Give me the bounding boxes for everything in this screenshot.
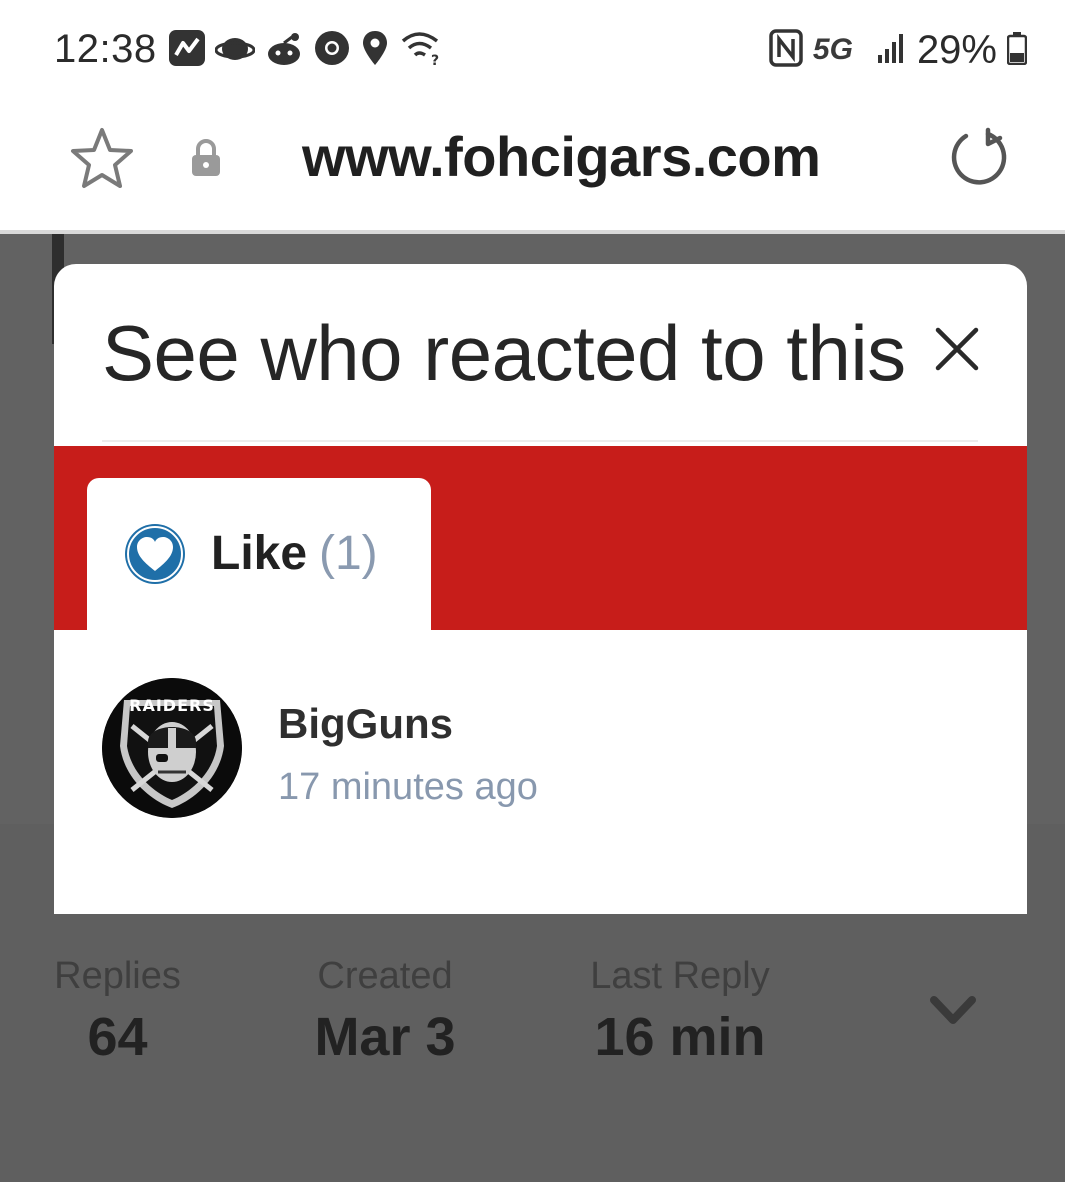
heart-icon: [123, 522, 187, 591]
url-field[interactable]: www.fohcigars.com: [302, 124, 821, 189]
wifi-question-icon: ?: [399, 29, 443, 72]
list-item: RAIDERS BigGuns 17 minutes ago: [102, 678, 982, 822]
system-icons: 5G 29%: [769, 27, 1028, 72]
network-type: 5G: [812, 33, 853, 66]
reaction-timestamp: 17 minutes ago: [278, 766, 538, 808]
stat-replies: Replies 64: [50, 955, 185, 1068]
stat-value: 64: [87, 1007, 148, 1067]
tab-count: (1): [319, 527, 378, 580]
close-icon[interactable]: [932, 324, 982, 379]
chevron-down-icon[interactable]: [928, 990, 978, 1035]
stat-last-reply: Last Reply 16 min: [580, 955, 780, 1068]
stat-label: Created: [317, 955, 453, 997]
stat-created: Created Mar 3: [300, 955, 470, 1068]
location-pin-icon: [360, 29, 390, 72]
chrome-icon: [313, 29, 351, 72]
svg-text:?: ?: [431, 53, 439, 67]
stat-value: 16 min: [594, 1007, 766, 1067]
nfc-icon: [769, 28, 803, 72]
signal-icon: [877, 31, 907, 70]
title-divider: [102, 440, 978, 442]
reactions-dialog: See who reacted to this Like (1) RAIDERS: [54, 264, 1027, 914]
avatar[interactable]: RAIDERS: [102, 678, 242, 818]
browser-toolbar: www.fohcigars.com: [0, 100, 1065, 230]
status-bar: 12:38 ? 5G 29%: [0, 0, 1065, 100]
battery-percent: 29%: [916, 27, 997, 72]
dialog-title: See who reacted to this: [102, 309, 906, 397]
status-time: 12:38: [54, 27, 157, 71]
notification-icons: ?: [168, 29, 443, 72]
lock-icon[interactable]: [190, 138, 222, 183]
avatar-text: RAIDERS: [129, 696, 215, 715]
stat-value: Mar 3: [314, 1007, 456, 1067]
stat-label: Replies: [54, 955, 181, 997]
stat-label: Last Reply: [590, 955, 770, 997]
reddit-icon: [264, 29, 304, 72]
planet-app-icon: [214, 29, 256, 72]
username-link[interactable]: BigGuns: [278, 700, 453, 748]
tab-label: Like: [211, 527, 308, 580]
reload-icon[interactable]: [948, 126, 1010, 193]
tab-like[interactable]: Like (1): [87, 478, 431, 632]
activity-app-icon: [168, 29, 206, 72]
battery-icon: [1006, 31, 1028, 70]
bookmark-star-icon[interactable]: [70, 126, 134, 195]
